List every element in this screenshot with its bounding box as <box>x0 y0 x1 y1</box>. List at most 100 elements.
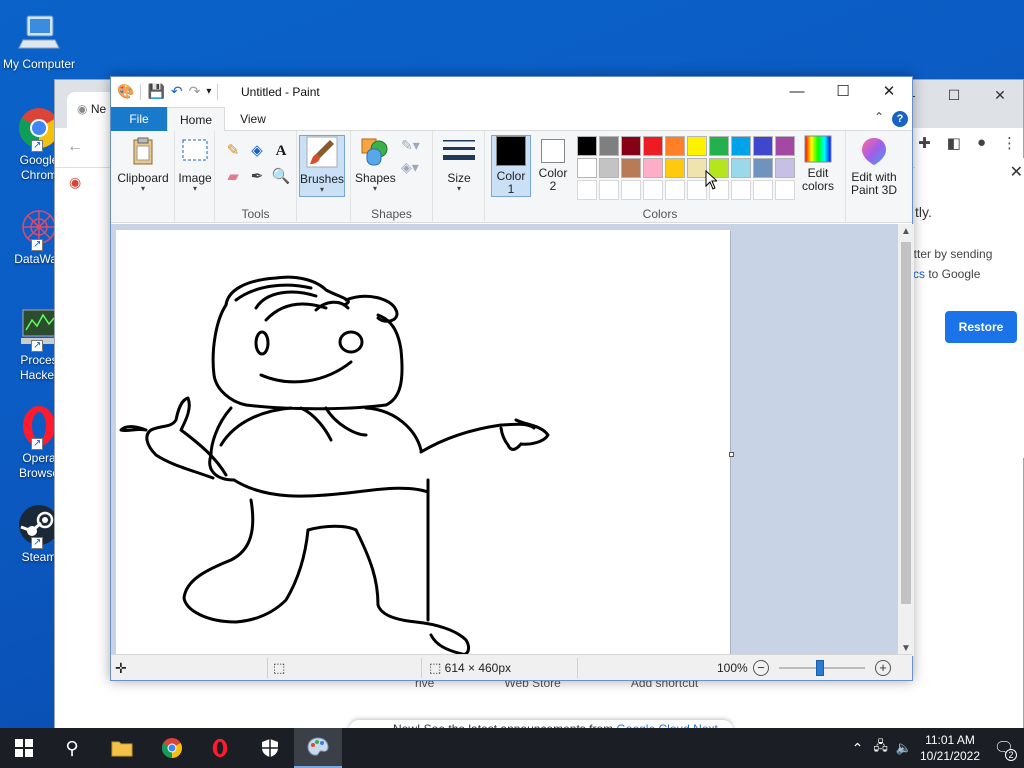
clipboard-button[interactable]: Clipboard ▾ <box>115 135 171 219</box>
edit-colors-button[interactable]: Edit colors <box>799 135 837 193</box>
taskbar-file-explorer[interactable] <box>98 728 146 768</box>
redo-icon[interactable]: ↷ <box>189 83 201 100</box>
paint-window[interactable]: 🎨 💾 ↶ ↷ ▾ Untitled - Paint — ☐ ✕ File Ho… <box>110 76 914 681</box>
save-icon[interactable]: 💾 <box>147 83 164 100</box>
maximize-button[interactable]: ☐ <box>820 77 866 107</box>
canvas-resize-handle-right[interactable] <box>729 452 734 457</box>
side-panel-icon[interactable]: ◧ <box>947 134 961 152</box>
profile-avatar-icon[interactable]: ● <box>977 134 986 152</box>
palette-swatch-empty[interactable] <box>753 180 773 200</box>
paint-titlebar[interactable]: 🎨 💾 ↶ ↷ ▾ Untitled - Paint — ☐ ✕ <box>111 77 912 107</box>
tray-overflow-icon[interactable]: ⌃ <box>846 740 870 757</box>
tab-home[interactable]: Home <box>167 107 225 132</box>
notifications-button[interactable]: 🗨 2 <box>984 728 1024 768</box>
magnifier-icon[interactable]: 🔍 <box>271 167 291 187</box>
scroll-thumb[interactable] <box>901 242 911 604</box>
network-icon[interactable]: 🖧 <box>869 737 892 759</box>
palette-swatch-empty[interactable] <box>621 180 641 200</box>
palette-swatch[interactable] <box>753 136 773 156</box>
taskbar-paint[interactable] <box>294 728 342 768</box>
color2-label: Color 2 <box>533 167 573 193</box>
zoom-slider-thumb[interactable] <box>816 660 824 676</box>
drawing-canvas[interactable] <box>116 230 730 656</box>
zoom-out-button[interactable]: − <box>753 660 769 676</box>
color-picker-icon[interactable]: ✒ <box>247 167 267 187</box>
image-button[interactable]: Image ▾ <box>177 135 213 193</box>
close-button[interactable]: ✕ <box>866 77 912 107</box>
back-arrow-icon[interactable]: ← <box>67 138 83 156</box>
palette-swatch[interactable] <box>775 158 795 178</box>
restore-button[interactable]: Restore <box>945 311 1017 343</box>
edit-with-paint3d-button[interactable]: Edit with Paint 3D <box>848 135 900 197</box>
palette-swatch[interactable] <box>731 136 751 156</box>
canvas-workspace[interactable] <box>111 224 898 656</box>
palette-swatch-empty[interactable] <box>731 180 751 200</box>
tab-view[interactable]: View <box>229 107 277 131</box>
color2-swatch <box>541 139 565 163</box>
scroll-down-icon[interactable]: ▼ <box>898 643 914 654</box>
color1-button[interactable]: Color 1 <box>491 135 531 197</box>
palette-swatch[interactable] <box>687 136 707 156</box>
panel-close-icon[interactable]: ✕ <box>1010 162 1023 182</box>
fill-bucket-icon[interactable]: ◈ <box>247 141 267 161</box>
taskbar-security[interactable] <box>246 728 294 768</box>
palette-swatch[interactable] <box>687 158 707 178</box>
palette-swatch-empty[interactable] <box>577 180 597 200</box>
volume-icon[interactable]: 🔈 <box>892 740 916 756</box>
eraser-icon[interactable]: ▰ <box>223 167 243 187</box>
palette-swatch[interactable] <box>599 158 619 178</box>
canvas-size-display: ⬚ 614 × 460px <box>429 655 511 681</box>
palette-swatch[interactable] <box>665 136 685 156</box>
palette-swatch[interactable] <box>731 158 751 178</box>
taskbar-chrome[interactable] <box>148 728 196 768</box>
zoom-in-button[interactable]: + <box>875 660 891 676</box>
desktop-icon-my-computer[interactable]: My Computer <box>0 10 78 72</box>
chrome-maximize-button[interactable]: ☐ <box>931 80 977 110</box>
text-tool-icon[interactable]: A <box>271 141 291 161</box>
customize-qat-icon[interactable]: ▾ <box>206 86 211 97</box>
fill-icon[interactable]: ◈▾ <box>401 159 419 176</box>
help-icon[interactable]: ? <box>892 111 908 127</box>
palette-swatch[interactable] <box>577 136 597 156</box>
palette-swatch[interactable] <box>775 136 795 156</box>
edit-colors-label: Edit colors <box>799 167 837 193</box>
palette-swatch[interactable] <box>643 136 663 156</box>
palette-swatch[interactable] <box>621 158 641 178</box>
brushes-button[interactable]: Brushes ▾ <box>299 135 345 197</box>
ribbon-collapse-icon[interactable]: ⌃ <box>874 110 884 124</box>
palette-swatch[interactable] <box>621 136 641 156</box>
start-button[interactable] <box>0 728 48 768</box>
shapes-button[interactable]: Shapes ▾ <box>355 135 396 193</box>
palette-swatch-empty[interactable] <box>643 180 663 200</box>
palette-swatch[interactable] <box>577 158 597 178</box>
status-divider <box>421 658 422 678</box>
taskbar-opera[interactable] <box>196 728 244 768</box>
palette-swatch-empty[interactable] <box>599 180 619 200</box>
size-button[interactable]: Size ▾ <box>439 135 479 193</box>
taskbar-clock[interactable]: 11:01 AM 10/21/2022 <box>916 732 984 764</box>
palette-swatch[interactable] <box>643 158 663 178</box>
taskbar-search-button[interactable]: ⚲ <box>48 728 96 768</box>
undo-icon[interactable]: ↶ <box>171 83 183 100</box>
scroll-up-icon[interactable]: ▲ <box>898 226 914 237</box>
chrome-extension-tools: ✚ ◧ ● ⋮ <box>918 134 1017 152</box>
palette-swatch-empty[interactable] <box>687 180 707 200</box>
edit3d-label: Edit with Paint 3D <box>848 171 900 197</box>
palette-swatch[interactable] <box>665 158 685 178</box>
palette-swatch[interactable] <box>599 136 619 156</box>
palette-swatch[interactable] <box>753 158 773 178</box>
palette-swatch-empty[interactable] <box>665 180 685 200</box>
dropdown-caret-icon: ▾ <box>140 184 145 193</box>
pencil-icon[interactable]: ✎ <box>223 141 243 161</box>
extensions-puzzle-icon[interactable]: ✚ <box>918 134 931 152</box>
tab-file[interactable]: File <box>111 107 167 131</box>
palette-swatch-empty[interactable] <box>775 180 795 200</box>
color2-button[interactable]: Color 2 <box>533 135 573 193</box>
outline-icon[interactable]: ✎▾ <box>401 137 420 154</box>
canvas-vertical-scrollbar[interactable]: ▲ ▼ <box>898 224 914 656</box>
palette-swatch[interactable] <box>709 136 729 156</box>
color1-number: 1 <box>507 182 515 196</box>
minimize-button[interactable]: — <box>774 77 820 107</box>
chrome-menu-icon[interactable]: ⋮ <box>1002 134 1017 152</box>
chrome-close-button[interactable]: ✕ <box>977 80 1023 110</box>
